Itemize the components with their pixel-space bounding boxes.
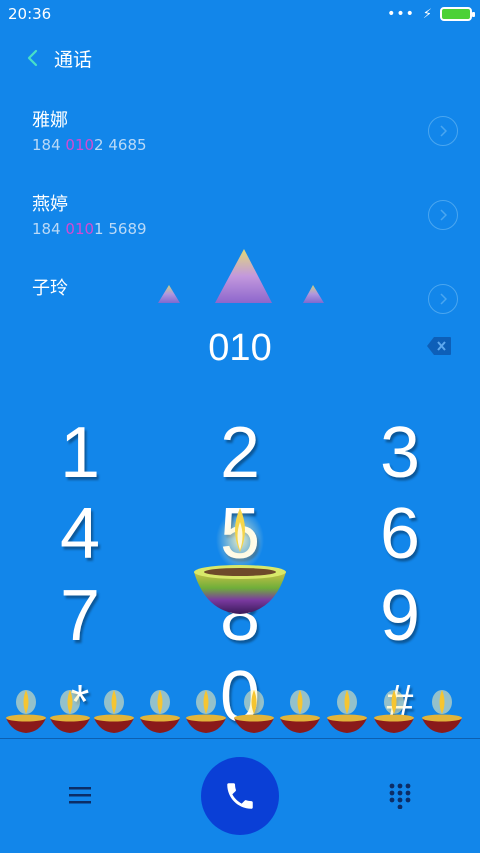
key-7[interactable]: 7 <box>20 576 140 656</box>
contact-suggestions: 雅娜 184 0102 4685 燕婷 184 0101 5689 子玲 <box>0 98 480 350</box>
backspace-button[interactable] <box>426 336 452 356</box>
key-5[interactable]: 5 <box>180 494 300 574</box>
header: 通话 <box>0 40 480 76</box>
number-suffix: 2 4685 <box>94 136 147 154</box>
key-2[interactable]: 2 <box>180 413 300 493</box>
key-9[interactable]: 9 <box>340 576 460 656</box>
key-star[interactable]: * <box>20 662 140 742</box>
key-3[interactable]: 3 <box>340 413 460 493</box>
number-prefix: 184 <box>32 136 66 154</box>
number-suffix: 1 5689 <box>94 220 147 238</box>
key-6[interactable]: 6 <box>340 494 460 574</box>
chevron-right-icon <box>440 209 447 221</box>
call-button[interactable] <box>201 757 279 835</box>
contact-number: 184 0101 5689 <box>32 220 480 238</box>
key-1[interactable]: 1 <box>20 413 140 493</box>
contact-name: 雅娜 <box>32 110 68 131</box>
contact-row[interactable]: 雅娜 184 0102 4685 <box>0 98 480 182</box>
page-title: 通话 <box>54 48 93 71</box>
status-icons: ••• ⚡ <box>387 6 475 22</box>
menu-icon[interactable] <box>66 783 94 807</box>
back-button[interactable] <box>22 49 42 67</box>
battery-icon <box>440 7 475 21</box>
number-match: 010 <box>65 220 95 238</box>
status-bar: 20:36 ••• ⚡ <box>0 0 480 28</box>
key-4[interactable]: 4 <box>20 494 140 574</box>
key-hash[interactable]: # <box>340 662 460 742</box>
contact-detail-button[interactable] <box>428 200 458 230</box>
number-prefix: 184 <box>32 220 66 238</box>
dialed-number: 010 <box>208 326 272 369</box>
number-match: 010 <box>65 136 95 154</box>
bottom-action-bar <box>0 739 480 853</box>
chevron-right-icon <box>440 125 447 137</box>
phone-icon <box>227 783 253 809</box>
contact-name: 燕婷 <box>32 194 68 215</box>
chevron-right-icon <box>440 293 447 305</box>
back-arrow-icon <box>27 49 38 67</box>
status-time: 20:36 <box>8 5 52 23</box>
contact-row[interactable]: 燕婷 184 0101 5689 <box>0 182 480 266</box>
contact-number: 184 0102 4685 <box>32 136 480 154</box>
charging-icon: ⚡ <box>422 6 432 22</box>
key-0[interactable]: 0 <box>180 657 300 737</box>
dialpad-toggle-icon[interactable] <box>386 781 414 809</box>
contact-name: 子玲 <box>32 278 68 299</box>
key-8[interactable]: 8 <box>180 576 300 656</box>
contact-detail-button[interactable] <box>428 116 458 146</box>
contact-detail-button[interactable] <box>428 284 458 314</box>
more-notifications-icon: ••• <box>387 6 415 22</box>
